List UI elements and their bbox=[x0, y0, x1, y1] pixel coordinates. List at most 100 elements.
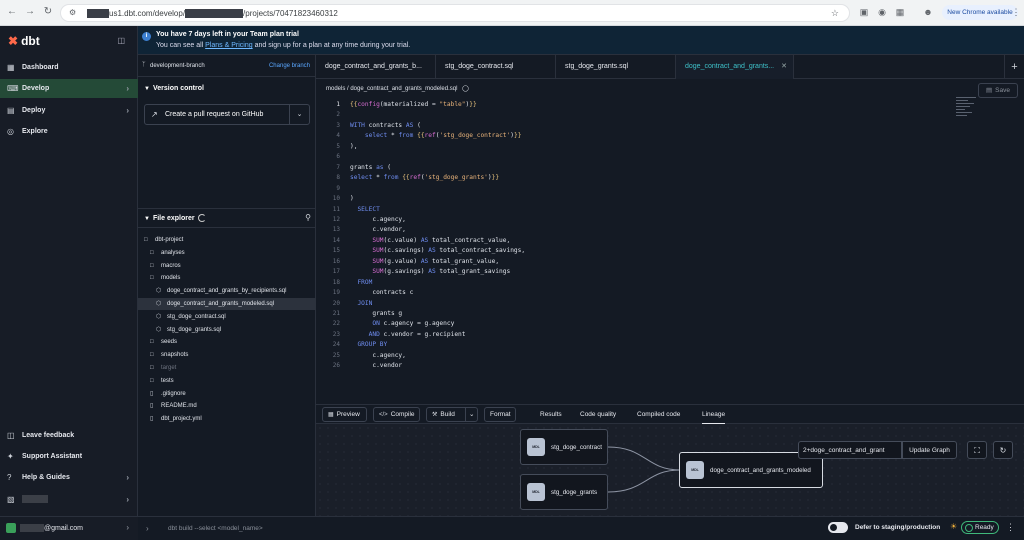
tree-file[interactable]: ▯ README.md bbox=[138, 400, 316, 412]
line-number: 22 bbox=[332, 320, 340, 328]
collapse-sidebar-icon[interactable]: ◫ bbox=[117, 36, 125, 45]
lineage-graph[interactable]: MDL stg_doge_contract MDL stg_doge_grants … bbox=[316, 424, 1024, 516]
format-button[interactable]: Format bbox=[484, 407, 516, 422]
code-line: GROUP BY bbox=[357, 341, 388, 349]
code-line: WITH contracts AS ( bbox=[350, 121, 421, 129]
model-icon: ⬡ bbox=[156, 313, 162, 320]
tab-doge-modeled[interactable]: doge_contract_and_grants... ✕ bbox=[676, 55, 794, 79]
tree-file[interactable]: ▯ dbt_project.yml bbox=[138, 413, 316, 425]
extension-icon[interactable]: ▣ bbox=[858, 6, 870, 18]
nav-support-assistant[interactable]: ✦ Support Assistant bbox=[0, 447, 138, 466]
tree-folder[interactable]: □ analyses bbox=[138, 247, 316, 259]
nav-leave-feedback[interactable]: ◫ Leave feedback bbox=[0, 426, 138, 445]
change-branch-link[interactable]: Change branch bbox=[269, 63, 310, 69]
code-line: AND c.vendor = g.recipient bbox=[368, 330, 466, 338]
search-icon[interactable]: ⚲ bbox=[305, 213, 311, 222]
create-pr-button[interactable]: ↗ Create a pull request on GitHub ⌄ bbox=[144, 104, 310, 125]
nav-deploy[interactable]: ▤ Deploy › bbox=[0, 101, 138, 120]
more-options-icon[interactable]: ⋮ bbox=[1006, 522, 1015, 533]
preview-button[interactable]: ▦ Preview bbox=[322, 407, 367, 422]
file-explorer-header[interactable]: ▼ File explorer ⚲ bbox=[138, 208, 316, 228]
tree-folder[interactable]: □ dbt-project bbox=[138, 234, 316, 246]
version-control-heading[interactable]: ▼ Version control bbox=[144, 85, 204, 92]
browser-toolbar: ← → ↻ ⚙ us1.dbt.com/develop//projects/70… bbox=[0, 0, 1024, 26]
dbt-logo[interactable]: ✖ dbt bbox=[8, 34, 40, 48]
tree-folder[interactable]: □ models bbox=[138, 272, 316, 284]
minimap[interactable] bbox=[956, 97, 980, 127]
command-input[interactable]: dbt build --select <model_name> bbox=[168, 525, 263, 532]
bookmark-star-icon[interactable]: ☆ bbox=[831, 8, 839, 19]
lineage-selector-input[interactable]: 2+doge_contract_and_grant bbox=[798, 441, 902, 459]
tree-folder[interactable]: □ macros bbox=[138, 260, 316, 272]
build-button[interactable]: ⚒ Build bbox=[426, 407, 466, 422]
copy-path-icon[interactable]: ◯ bbox=[462, 86, 469, 92]
ide-left-panel: ᛉ development-branch Change branch ▼ Vers… bbox=[138, 55, 316, 540]
account-menu[interactable]: @gmail.com › bbox=[0, 516, 138, 540]
tree-folder[interactable]: □ seeds bbox=[138, 336, 316, 348]
camera-icon[interactable]: ◉ bbox=[876, 6, 888, 18]
fullscreen-icon[interactable]: ⛶ bbox=[967, 441, 987, 459]
tree-file[interactable]: ⬡ stg_doge_contract.sql bbox=[138, 311, 316, 323]
dashboard-icon: ▦ bbox=[7, 63, 15, 72]
tree-file[interactable]: ⬡ doge_contract_and_grants_by_recipients.… bbox=[138, 285, 316, 297]
editor-tabs: doge_contract_and_grants_b... stg_doge_c… bbox=[316, 55, 1024, 79]
feedback-icon: ◫ bbox=[7, 431, 15, 440]
tab-doge-by-recipients[interactable]: doge_contract_and_grants_b... bbox=[316, 55, 436, 79]
compile-button[interactable]: </> Compile bbox=[373, 407, 420, 422]
code-line: c.agency, bbox=[350, 351, 406, 359]
back-icon[interactable]: ← bbox=[6, 6, 18, 18]
pr-dropdown-chevron-icon[interactable]: ⌄ bbox=[289, 105, 309, 124]
add-tab-icon[interactable]: + bbox=[1004, 55, 1024, 79]
folder-icon: □ bbox=[150, 275, 154, 282]
nav-help-guides[interactable]: ? Help & Guides › bbox=[0, 468, 138, 487]
tab-stg-doge-contract[interactable]: stg_doge_contract.sql bbox=[436, 55, 556, 79]
plans-pricing-link[interactable]: Plans & Pricing bbox=[205, 42, 252, 49]
nav-develop[interactable]: ⌨ Develop › bbox=[0, 79, 138, 98]
tree-folder[interactable]: □ target bbox=[138, 362, 316, 374]
line-number: 8 bbox=[336, 174, 340, 182]
close-tab-icon[interactable]: ✕ bbox=[781, 55, 787, 79]
line-number: 21 bbox=[332, 310, 340, 317]
menu-dots-icon[interactable]: ⋮ bbox=[1010, 6, 1022, 18]
nav-explore[interactable]: ◎ Explore bbox=[0, 122, 138, 141]
puzzle-icon[interactable]: ▦ bbox=[894, 6, 906, 18]
tab-stg-doge-grants[interactable]: stg_doge_grants.sql bbox=[556, 55, 676, 79]
tab-compiled-code[interactable]: Compiled code bbox=[637, 405, 680, 424]
folder-icon: □ bbox=[150, 352, 154, 359]
chevron-down-icon: ▼ bbox=[144, 216, 150, 222]
lineage-node-stg-doge-grants[interactable]: MDL stg_doge_grants bbox=[520, 474, 608, 510]
avatar-icon[interactable]: ☻ bbox=[922, 6, 934, 18]
tab-results[interactable]: Results bbox=[540, 405, 562, 424]
refresh-icon[interactable]: ↻ bbox=[993, 441, 1013, 459]
code-line: c.vendor, bbox=[350, 226, 406, 234]
defer-toggle[interactable] bbox=[828, 522, 848, 533]
loading-spinner-icon bbox=[198, 214, 206, 222]
tab-code-quality[interactable]: Code quality bbox=[580, 405, 616, 424]
tree-file[interactable]: ⬡ doge_contract_and_grants_modeled.sql bbox=[138, 298, 316, 310]
line-number: 12 bbox=[332, 215, 340, 223]
assistant-icon: ✦ bbox=[7, 452, 14, 461]
line-number: 13 bbox=[332, 226, 340, 234]
folder-icon: □ bbox=[144, 237, 148, 243]
reload-icon[interactable]: ↻ bbox=[42, 6, 54, 18]
nav-dashboard[interactable]: ▦ Dashboard bbox=[0, 58, 138, 77]
nav-project-switcher[interactable]: ▧ › bbox=[0, 490, 138, 509]
tree-folder[interactable]: □ tests bbox=[138, 375, 316, 387]
line-number: 7 bbox=[336, 163, 340, 171]
update-graph-button[interactable]: Update Graph bbox=[902, 441, 957, 459]
hammer-icon: ⚒ bbox=[432, 412, 438, 418]
chevron-right-icon: › bbox=[126, 473, 129, 482]
tree-file[interactable]: ▯ .gitignore bbox=[138, 388, 316, 400]
tab-lineage[interactable]: Lineage bbox=[702, 405, 726, 424]
save-button[interactable]: ▤ Save bbox=[978, 83, 1018, 98]
build-dropdown-chevron-icon[interactable]: ⌄ bbox=[465, 407, 478, 422]
tree-folder[interactable]: □ snapshots bbox=[138, 349, 316, 361]
new-chrome-button[interactable]: New Chrome available bbox=[942, 5, 1018, 20]
forward-icon[interactable]: → bbox=[24, 6, 36, 18]
file-icon: ▯ bbox=[150, 403, 154, 410]
site-settings-icon[interactable]: ⚙ bbox=[69, 8, 76, 17]
lineage-node-stg-doge-contract[interactable]: MDL stg_doge_contract bbox=[520, 429, 608, 465]
lightbulb-icon[interactable]: ☀ bbox=[950, 522, 957, 531]
tree-file[interactable]: ⬡ stg_doge_grants.sql bbox=[138, 324, 316, 336]
address-bar[interactable]: ⚙ us1.dbt.com/develop//projects/70471823… bbox=[60, 4, 850, 22]
